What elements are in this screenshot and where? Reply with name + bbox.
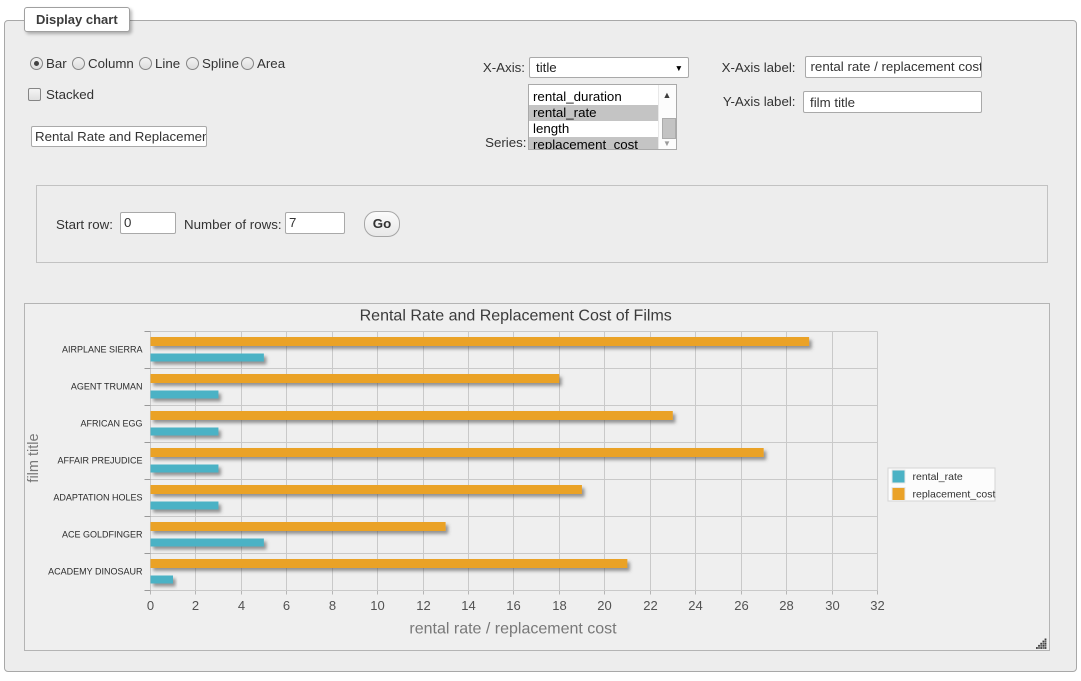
- svg-text:24: 24: [688, 598, 702, 613]
- svg-text:14: 14: [461, 598, 475, 613]
- svg-text:6: 6: [283, 598, 290, 613]
- svg-text:replacement_cost: replacement_cost: [913, 489, 996, 501]
- svg-text:12: 12: [416, 598, 430, 613]
- svg-text:AFRICAN EGG: AFRICAN EGG: [80, 419, 142, 429]
- svg-text:2: 2: [192, 598, 199, 613]
- svg-text:10: 10: [370, 598, 384, 613]
- svg-text:ACE GOLDFINGER: ACE GOLDFINGER: [62, 530, 143, 540]
- svg-text:28: 28: [779, 598, 793, 613]
- svg-text:AFFAIR PREJUDICE: AFFAIR PREJUDICE: [57, 456, 142, 466]
- svg-text:4: 4: [238, 598, 245, 613]
- svg-text:ADAPTATION HOLES: ADAPTATION HOLES: [53, 493, 142, 503]
- svg-text:16: 16: [506, 598, 520, 613]
- svg-text:AGENT TRUMAN: AGENT TRUMAN: [71, 382, 143, 392]
- svg-text:AIRPLANE SIERRA: AIRPLANE SIERRA: [62, 345, 143, 355]
- svg-text:18: 18: [552, 598, 566, 613]
- svg-text:20: 20: [597, 598, 611, 613]
- svg-text:32: 32: [870, 598, 884, 613]
- svg-text:rental rate / replacement cost: rental rate / replacement cost: [409, 621, 617, 638]
- svg-text:8: 8: [329, 598, 336, 613]
- svg-text:ACADEMY DINOSAUR: ACADEMY DINOSAUR: [48, 567, 143, 577]
- svg-text:Rental Rate and Replacement Co: Rental Rate and Replacement Cost of Film…: [360, 308, 672, 325]
- svg-text:26: 26: [734, 598, 748, 613]
- svg-text:30: 30: [825, 598, 839, 613]
- svg-text:rental_rate: rental_rate: [913, 471, 963, 483]
- svg-text:22: 22: [643, 598, 657, 613]
- svg-text:0: 0: [147, 598, 154, 613]
- svg-text:film title: film title: [26, 433, 42, 482]
